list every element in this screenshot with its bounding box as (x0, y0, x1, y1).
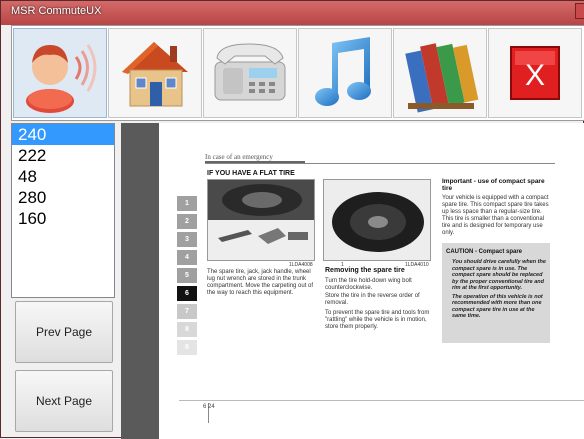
page-list[interactable]: 240 222 48 280 160 (11, 123, 115, 298)
telephone-icon (214, 43, 286, 101)
voice-user-button[interactable] (13, 28, 107, 118)
chapter-tab: 4 (177, 250, 197, 265)
main-toolbar: X (11, 25, 584, 121)
chapter-tabs: 1 2 3 4 5 6 7 8 9 (177, 196, 201, 358)
list-item[interactable]: 48 (12, 166, 114, 187)
trunk-tools-photo (207, 179, 315, 261)
section-title: IF YOU HAVE A FLAT TIRE (207, 170, 295, 177)
photo1-caption: 1LDA4008 (289, 262, 313, 268)
removing-step3: To prevent the spare tire and tools from… (325, 310, 430, 330)
trunk-tools-illustration (208, 180, 314, 244)
important-text: Your vehicle is equipped with a compact … (442, 195, 549, 236)
exit-button[interactable]: X (488, 28, 582, 118)
close-x-icon: X (510, 46, 560, 100)
header-rule (205, 163, 555, 164)
caution-box: CAUTION - Compact spare You should drive… (442, 243, 550, 343)
list-item[interactable]: 240 (12, 124, 114, 145)
removing-step2: Store the tire in the reverse order of r… (325, 293, 420, 306)
caution-bullet-2: The operation of this vehicle is not rec… (452, 293, 543, 320)
home-button[interactable] (108, 28, 202, 118)
spare-tire-photo (323, 179, 431, 261)
important-title: Important - use of compact spare tire (442, 178, 545, 192)
prev-page-button[interactable]: Prev Page (15, 301, 113, 363)
music-button[interactable] (298, 28, 392, 118)
storage-paragraph: The spare tire, jack, jack handle, wheel… (207, 269, 314, 296)
chapter-tab: 8 (177, 322, 197, 337)
chapter-tab-current: 6 (177, 286, 197, 301)
document-page: In case of an emergency IF YOU HAVE A FL… (159, 123, 584, 439)
app-window: MSR CommuteUX X 240 222 48 280 160 Prev … (0, 0, 584, 439)
chapter-tab: 2 (177, 214, 197, 229)
list-item[interactable]: 280 (12, 187, 114, 208)
books-icon (405, 43, 479, 113)
svg-text:X: X (525, 59, 545, 92)
chapter-tab: 5 (177, 268, 197, 283)
document-viewer[interactable]: In case of an emergency IF YOU HAVE A FL… (121, 123, 584, 439)
page-header: In case of an emergency (205, 153, 273, 161)
removing-step1: Turn the tire hold-down wing bolt counte… (325, 278, 412, 291)
removing-title: Removing the spare tire (325, 267, 405, 274)
caution-bullet-1: You should drive carefully when the comp… (452, 259, 546, 291)
music-note-icon (315, 37, 371, 106)
caution-title: CAUTION - Compact spare (446, 249, 523, 255)
page-number: 6 24 (203, 404, 215, 410)
chapter-tab: 1 (177, 196, 197, 211)
books-button[interactable] (393, 28, 487, 118)
spare-tire-illustration (324, 180, 430, 260)
window-title: MSR CommuteUX (11, 5, 102, 17)
phone-button[interactable] (203, 28, 297, 118)
title-bar: MSR CommuteUX (1, 1, 584, 25)
footer-rule (179, 400, 584, 401)
user-speaking-icon (26, 44, 97, 113)
chapter-tab: 7 (177, 304, 197, 319)
house-icon (122, 42, 188, 107)
window-close-button[interactable] (575, 3, 584, 19)
list-item[interactable]: 222 (12, 145, 114, 166)
list-item[interactable]: 160 (12, 208, 114, 229)
next-page-button[interactable]: Next Page (15, 370, 113, 432)
chapter-tab: 3 (177, 232, 197, 247)
chapter-tab: 9 (177, 340, 197, 355)
